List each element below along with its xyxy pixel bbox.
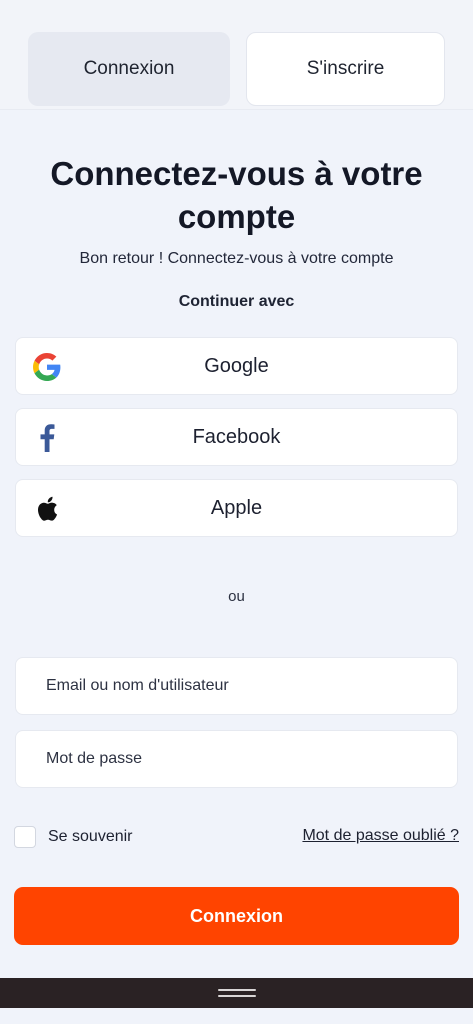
password-field[interactable] bbox=[15, 730, 458, 788]
facebook-icon bbox=[32, 423, 62, 453]
continue-with-label: Continuer avec bbox=[178, 293, 295, 310]
facebook-login-button[interactable]: Facebook bbox=[15, 408, 458, 466]
nav-handle-icon[interactable] bbox=[217, 989, 256, 997]
google-login-label: Google bbox=[204, 354, 269, 377]
apple-login-button[interactable]: Apple bbox=[15, 479, 458, 537]
forgot-password-link[interactable]: Mot de passe oublié ? bbox=[302, 827, 459, 845]
login-screen: Connexion S'inscrire Connectez-vous à vo… bbox=[0, 0, 473, 1024]
tab-signup[interactable]: S'inscrire bbox=[246, 32, 445, 106]
login-submit-button[interactable]: Connexion bbox=[14, 887, 459, 945]
google-icon bbox=[32, 352, 62, 382]
remember-label: Se souvenir bbox=[48, 828, 133, 845]
apple-icon bbox=[32, 494, 62, 524]
google-login-button[interactable]: Google bbox=[15, 337, 458, 395]
remember-checkbox[interactable] bbox=[14, 826, 36, 848]
system-nav-bar bbox=[0, 978, 473, 1008]
remember-me[interactable]: Se souvenir bbox=[14, 825, 133, 849]
page-subtitle: Bon retour ! Connectez-vous à votre comp… bbox=[79, 250, 394, 267]
auth-tabs: Connexion S'inscrire bbox=[0, 0, 473, 110]
page-title: Connectez-vous à votre compte bbox=[50, 155, 423, 235]
bottom-spacer bbox=[0, 1008, 473, 1024]
apple-login-label: Apple bbox=[210, 496, 263, 519]
tab-login[interactable]: Connexion bbox=[28, 32, 230, 106]
email-field[interactable] bbox=[15, 657, 458, 715]
facebook-login-label: Facebook bbox=[192, 425, 281, 448]
or-divider: ou bbox=[228, 588, 245, 605]
